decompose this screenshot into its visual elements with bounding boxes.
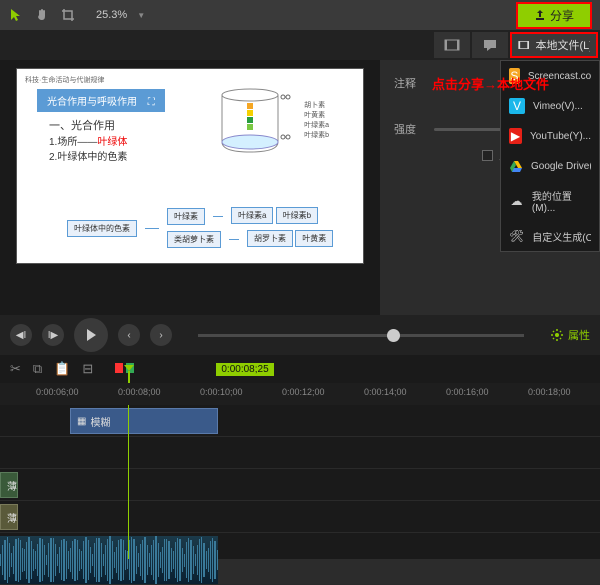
next-frame-button[interactable]: I▶ (42, 324, 64, 346)
paste-tool-icon[interactable]: 📋 (54, 361, 70, 377)
playhead-time: 0:00:08;25 (216, 363, 273, 376)
intensity-label: 强度 (394, 121, 424, 137)
share-item-vimeo[interactable]: VVimeo(V)... (501, 91, 599, 121)
slide-line2: 2.叶绿体中的色素 (49, 148, 127, 163)
tutorial-annotation: 点击分享→本地文件 (432, 74, 549, 93)
tab-bar: 本地文件(L)... (0, 30, 600, 60)
track-4[interactable]: 薄 (0, 501, 600, 533)
tool-group: 25.3% ▼ (8, 7, 145, 23)
track-3[interactable]: 薄 (0, 469, 600, 501)
playhead-marker[interactable] (128, 371, 130, 383)
cut-tool-icon[interactable]: ✂ (10, 361, 21, 377)
properties-panel: 点击分享→本地文件 注释 强度 反向 SScreencast.com(S)...… (380, 60, 600, 315)
main-area: 科技·生命活动与代谢规律 光合作用与呼吸作用 ⛶ 一、光合作用 1.场所——叶绿… (0, 60, 600, 315)
prev-frame-button[interactable]: ◀I (10, 324, 32, 346)
select-tool-icon[interactable] (8, 7, 24, 23)
properties-button[interactable]: 属性 (550, 327, 590, 343)
slide-line1: 1.场所——叶绿体 (49, 133, 127, 148)
time-ruler[interactable]: 0:00:06;00 0:00:08;00 0:00:10;00 0:00:12… (0, 383, 600, 405)
step-forward-button[interactable]: › (150, 324, 172, 346)
audio-waveform[interactable] (0, 536, 218, 584)
share-button-label: 分享 (550, 7, 574, 24)
share-item-custom[interactable]: 🛠自定义生成(C)... (501, 221, 599, 251)
slide-header: 光合作用与呼吸作用 ⛶ (37, 89, 165, 112)
beaker-diagram: 胡卜素叶黄素 叶绿素a叶绿素b (218, 87, 303, 157)
tab-callout-icon[interactable] (472, 32, 508, 58)
slide-breadcrumb: 科技·生命活动与代谢规律 (25, 75, 104, 85)
reverse-checkbox[interactable] (482, 150, 493, 161)
slide-title: 一、光合作用 (49, 117, 115, 133)
video-preview: 科技·生命活动与代谢规律 光合作用与呼吸作用 ⛶ 一、光合作用 1.场所——叶绿… (16, 68, 364, 264)
canvas-area[interactable]: 科技·生命活动与代谢规律 光合作用与呼吸作用 ⛶ 一、光合作用 1.场所——叶绿… (0, 60, 380, 315)
track-audio[interactable] (0, 533, 600, 585)
zoom-dropdown-icon[interactable]: ▼ (137, 11, 145, 20)
zoom-level-display[interactable]: 25.3% (96, 9, 127, 21)
clip-blur[interactable]: ▦ 模糊 (70, 408, 218, 434)
share-item-youtube[interactable]: ▶YouTube(Y)... (501, 121, 599, 151)
tab-media-icon[interactable] (434, 32, 470, 58)
scrubber[interactable] (198, 334, 524, 337)
track-2[interactable] (0, 437, 600, 469)
step-back-button[interactable]: ‹ (118, 324, 140, 346)
timeline-tracks: ▦ 模糊 薄 薄 (0, 405, 600, 559)
top-toolbar: 25.3% ▼ 分享 (0, 0, 600, 30)
local-file-label: 本地文件(L)... (535, 37, 590, 53)
annotation-prop-label: 注释 (394, 75, 424, 91)
share-item-location[interactable]: ☁我的位置(M)... (501, 181, 599, 221)
playhead-line[interactable] (128, 405, 129, 559)
clip-thin-2[interactable]: 薄 (0, 504, 18, 530)
flowchart: 叶绿体中的色素 叶绿素 叶绿素a 叶绿素b (67, 207, 333, 249)
track-1[interactable]: ▦ 模糊 (0, 405, 600, 437)
timeline-toolbar: ✂ ⧉ 📋 ⊟ 0:00:08;25 (0, 355, 600, 383)
share-button[interactable]: 分享 (516, 2, 592, 29)
copy-tool-icon[interactable]: ⧉ (33, 361, 42, 377)
play-button[interactable] (74, 318, 108, 352)
clip-thin-1[interactable]: 薄 (0, 472, 18, 498)
split-tool-icon[interactable]: ⊟ (82, 361, 93, 377)
hand-tool-icon[interactable] (34, 7, 50, 23)
crop-tool-icon[interactable] (60, 7, 76, 23)
clip-thumbnail-icon: ▦ (77, 416, 86, 427)
playback-bar: ◀I I▶ ‹ › 属性 (0, 315, 600, 355)
local-file-tab[interactable]: 本地文件(L)... (510, 32, 598, 58)
share-item-gdrive[interactable]: Google Drive(G)... (501, 151, 599, 181)
